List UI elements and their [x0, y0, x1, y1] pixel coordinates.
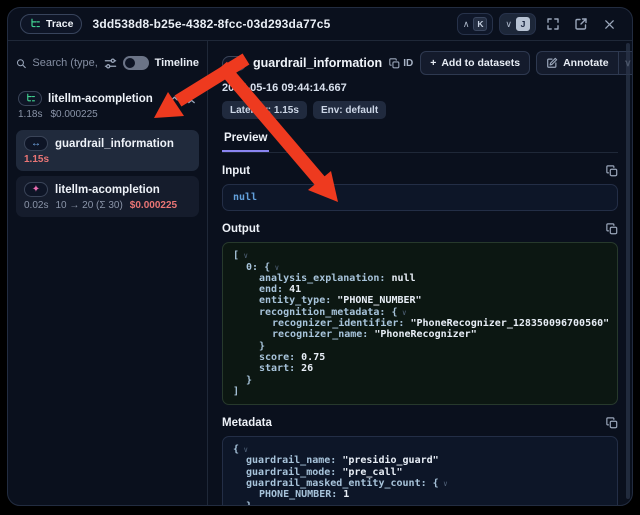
external-link-icon [574, 17, 588, 31]
plus-icon: + [430, 57, 436, 69]
output-json-viewer: [ ∨0: { ∨analysis_explanation: nullend: … [222, 242, 618, 405]
observation-litellm-acompletion[interactable]: ✦ litellm-acompletion 0.02s 10 → 20 (Σ 3… [16, 176, 199, 217]
observation-list: ↔ guardrail_information 1.15s ✦ [16, 130, 199, 217]
span-arrows-icon: ↔ [229, 58, 239, 68]
copy-id-button[interactable]: ID [389, 58, 413, 69]
trace-detail-window: Trace 3dd538d8-b25e-4382-8fcc-03d293da77… [7, 7, 633, 506]
observation-guardrail-information[interactable]: ↔ guardrail_information 1.15s [16, 130, 199, 171]
list-tree-icon [29, 18, 41, 30]
id-label: ID [403, 58, 413, 69]
nav-previous-button[interactable]: ∧ K [457, 13, 494, 35]
search-icon [16, 57, 26, 70]
span-arrows-icon: ↔ [31, 139, 41, 149]
copy-icon [606, 417, 618, 429]
tree-root-label: litellm-acompletion [48, 93, 153, 105]
copy-icon [606, 165, 618, 177]
keycap-j: J [516, 17, 530, 31]
chevron-down-icon: ∨ [505, 20, 512, 29]
observation-tokens: 10 → 20 (Σ 30) [55, 200, 122, 211]
tree-root-item[interactable]: litellm-acompletion [16, 91, 199, 106]
observation-latency: 0.02s [24, 200, 48, 211]
metadata-json-viewer: { ∨guardrail_name: "presidio_guard"guard… [222, 436, 618, 505]
observation-label: guardrail_information [55, 138, 174, 150]
tree-root-stats: 1.18s $0.000225 [16, 109, 199, 120]
observation-detail-panel: ↔ guardrail_information ID + Add to d [208, 41, 632, 505]
trace-tree-sidebar: Timeline litellm-acompletion [8, 41, 208, 505]
copy-input-button[interactable] [606, 165, 618, 177]
input-section-header: Input [222, 165, 618, 177]
metadata-title: Metadata [222, 417, 272, 429]
add-to-datasets-label: Add to datasets [441, 57, 520, 69]
timeline-toggle[interactable] [123, 56, 149, 70]
expand-button[interactable] [542, 13, 564, 35]
trace-type-badge: Trace [20, 14, 82, 34]
filter-sliders-icon[interactable] [104, 57, 117, 70]
list-tree-icon [25, 93, 36, 104]
root-cost: $0.000225 [50, 109, 97, 120]
screenshot-stage: Trace 3dd538d8-b25e-4382-8fcc-03d293da77… [0, 0, 640, 515]
copy-output-button[interactable] [606, 223, 618, 235]
trace-id: 3dd538d8-b25e-4382-8fcc-03d293da77c5 [92, 17, 330, 31]
scrollbar[interactable] [626, 43, 630, 499]
fold-icon[interactable] [186, 93, 197, 104]
search-field[interactable] [32, 57, 97, 69]
span-chip: ↔ [24, 136, 48, 151]
observation-label: litellm-acompletion [55, 184, 160, 196]
observation-latency: 1.15s [24, 154, 49, 165]
search-input[interactable] [16, 57, 98, 70]
annotate-split-button: Annotate ∨ [536, 51, 632, 75]
add-to-datasets-button[interactable]: + Add to datasets [420, 51, 530, 75]
timeline-label: Timeline [155, 57, 199, 69]
expand-icon [546, 17, 560, 31]
trace-badge-label: Trace [46, 18, 73, 30]
metadata-section-header: Metadata [222, 417, 618, 429]
search-row: Timeline [16, 51, 199, 75]
env-badge: Env: default [313, 101, 386, 119]
annotate-label: Annotate [563, 57, 609, 69]
observation-timestamp: 2025-05-16 09:44:14.667 [222, 82, 618, 94]
header-actions: + Add to datasets Annotate [420, 51, 632, 75]
observation-title: guardrail_information [253, 56, 382, 70]
close-icon [603, 18, 616, 31]
body: Timeline litellm-acompletion [8, 41, 632, 505]
root-latency: 1.18s [18, 109, 42, 120]
generation-sparkle-icon: ✦ [32, 185, 40, 195]
topbar-actions: ∧ K ∨ J [457, 13, 620, 35]
copy-metadata-button[interactable] [606, 417, 618, 429]
toggle-knob [125, 58, 135, 68]
close-button[interactable] [598, 13, 620, 35]
tab-bar: Preview [222, 128, 618, 153]
observation-cost: $0.000225 [130, 200, 177, 211]
generation-chip: ✦ [24, 182, 48, 197]
copy-icon [606, 223, 618, 235]
open-in-new-tab-button[interactable] [570, 13, 592, 35]
chevron-up-icon: ∧ [463, 20, 470, 29]
latency-badge: Latency: 1.15s [222, 101, 307, 119]
observation-header: ↔ guardrail_information ID + Add to d [222, 51, 618, 75]
trace-chip [18, 91, 42, 106]
span-chip: ↔ [222, 56, 246, 71]
tab-preview[interactable]: Preview [222, 128, 269, 152]
topbar: Trace 3dd538d8-b25e-4382-8fcc-03d293da77… [8, 8, 632, 41]
pencil-square-icon [546, 57, 558, 69]
input-json-viewer: null [222, 184, 618, 211]
input-title: Input [222, 165, 250, 177]
annotate-button[interactable]: Annotate [536, 51, 618, 75]
badge-row: Latency: 1.15s Env: default [222, 101, 618, 119]
output-section-header: Output [222, 223, 618, 235]
output-title: Output [222, 223, 260, 235]
copy-icon [389, 58, 400, 69]
keycap-k: K [473, 17, 487, 31]
collapse-icon[interactable] [169, 93, 180, 104]
nav-next-button[interactable]: ∨ J [499, 13, 536, 35]
